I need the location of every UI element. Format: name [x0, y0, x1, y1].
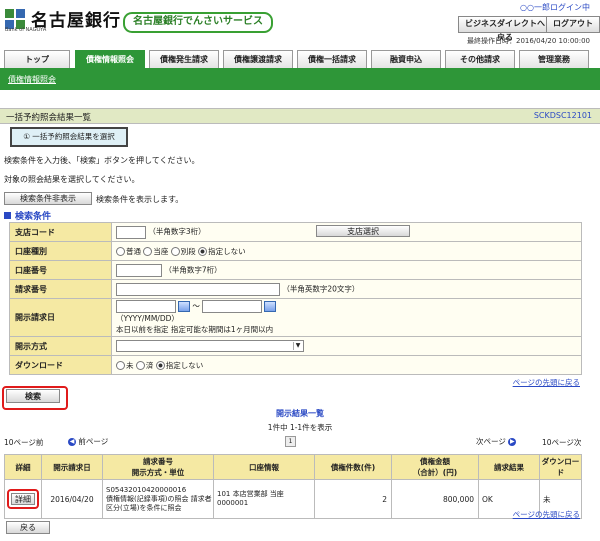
subnav-claim-inquiry-link[interactable]: 債権情報照会 [8, 74, 56, 85]
instruction-text-1: 検索条件を入力後、「検索」ボタンを押してください。 [4, 156, 200, 165]
next-10-pages-link[interactable]: 10ページ次 [542, 437, 581, 448]
account-type-radio-none[interactable] [198, 247, 208, 256]
branch-code-input[interactable] [116, 225, 146, 239]
col-header-download: ダウンロード [539, 454, 582, 480]
chevron-left-icon: ◀ [68, 438, 76, 446]
back-button[interactable]: 戻る [6, 521, 50, 534]
col-header-request-no: 請求番号 開示方式・単位 [102, 454, 214, 480]
tab-claim-transfer[interactable]: 債権譲渡請求 [223, 50, 293, 68]
detail-button[interactable]: 詳細 [11, 493, 35, 505]
instruction-text-2: 対象の照会結果を選択してください。 [4, 175, 140, 184]
col-header-claim-amount: 債権金額 （合計）(円) [391, 454, 479, 480]
branch-code-hint: （半角数字3桁） [148, 227, 206, 237]
business-direct-button[interactable]: ビジネスダイレクトへ戻る [458, 16, 552, 42]
branch-code-label: 支店コード [9, 222, 112, 242]
disclosure-date-label: 開示請求日 [9, 298, 112, 337]
prev-page-link[interactable]: ◀ 前ページ [68, 436, 108, 447]
request-number-label: 請求番号 [9, 279, 112, 299]
tab-management[interactable]: 管理業務 [519, 50, 589, 68]
date-format-hint: （YYYY/MM/DD） [116, 314, 179, 323]
tab-claim-batch[interactable]: 債権一括請求 [297, 50, 367, 68]
account-type-option-label: 別段 [180, 246, 196, 256]
row-request-no: S05432010420000016 [106, 485, 187, 494]
chevron-down-icon: ▼ [293, 342, 302, 350]
disclosure-date-to-input[interactable] [202, 300, 263, 313]
account-type-radio-current[interactable] [143, 247, 153, 256]
table-row: 詳細 2016/04/20 S05432010420000016 債権情報(記録… [4, 479, 582, 519]
row-method: 債権情報(記録事項)の照会 請求者区分(立場)を条件に照会 [106, 494, 212, 512]
account-number-label: 口座番号 [9, 260, 112, 280]
download-radio-done[interactable] [135, 361, 145, 370]
request-number-input[interactable] [116, 282, 280, 296]
search-button[interactable]: 検索 [6, 389, 60, 403]
download-label: ダウンロード [9, 355, 112, 375]
tab-other-requests[interactable]: その他請求 [445, 50, 515, 68]
download-option-label: 指定しない [165, 360, 204, 370]
account-type-label: 口座種別 [9, 241, 112, 261]
account-type-option-label: 指定しない [208, 246, 246, 256]
calendar-icon[interactable] [264, 301, 277, 312]
date-range-separator: ～ [192, 301, 200, 311]
page-top-link-bottom[interactable]: ページの先頭に戻る [513, 509, 580, 520]
results-title: 開示結果一覧 [276, 409, 324, 418]
tab-claim-issue[interactable]: 債権発生請求 [149, 50, 219, 68]
disclosure-date-from-input[interactable] [116, 300, 176, 313]
account-number-input[interactable] [116, 263, 162, 277]
section-square-icon [4, 212, 11, 219]
row-count: 2 [314, 479, 392, 519]
tab-claim-inquiry[interactable]: 債権情報照会 [75, 50, 145, 68]
col-header-date: 開示請求日 [41, 454, 103, 480]
detail-button-highlight: 詳細 [7, 489, 39, 509]
disclosure-method-label: 開示方式 [9, 336, 112, 356]
disclosure-method-select[interactable]: ▼ [116, 340, 304, 352]
bank-name-sub: Bank of NAGOYA [5, 27, 47, 33]
user-login-status: ○○一郎ログイン中 [520, 3, 590, 12]
col-header-account: 口座情報 [213, 454, 315, 480]
account-type-radio-ordinary[interactable] [116, 247, 125, 256]
branch-select-button[interactable]: 支店選択 [316, 225, 411, 238]
results-count: 1件中 1-1件を表示 [267, 423, 333, 432]
toggle-conditions-desc: 検索条件を表示します。 [96, 195, 184, 204]
step-indicator: ① 一括予約照会結果を選択 [10, 127, 128, 147]
screen-code: SCKDSC12101 [533, 111, 592, 120]
subnav-bar [0, 68, 600, 90]
col-header-result: 請求結果 [478, 454, 540, 480]
search-conditions-heading: 検索条件 [4, 209, 51, 222]
tab-top[interactable]: トップ [4, 50, 70, 68]
request-number-hint: （半角英数字20文字） [282, 284, 360, 293]
chevron-right-icon: ▶ [508, 438, 517, 446]
next-page-link[interactable]: 次ページ ▶ [476, 436, 517, 447]
page-title-bar: 一括予約照会結果一覧 SCKDSC12101 [0, 108, 600, 124]
download-option-label: 済 [145, 360, 154, 370]
calendar-icon[interactable] [178, 301, 190, 312]
col-header-claim-count: 債権件数(件) [314, 454, 392, 480]
col-header-detail: 詳細 [4, 454, 42, 480]
row-account: 101 本店営業部 当座 0000001 [213, 479, 315, 519]
account-type-option-label: 普通 [126, 246, 141, 256]
page-title: 一括予約照会結果一覧 [6, 113, 92, 123]
page-top-link[interactable]: ページの先頭に戻る [513, 377, 580, 388]
bank-logo-mark-icon [5, 8, 25, 29]
tab-financing[interactable]: 融資申込 [371, 50, 441, 68]
account-number-hint: （半角数字7桁） [164, 265, 222, 274]
logout-button[interactable]: ログアウト [546, 16, 600, 33]
service-name: 名古屋銀行でんさいサービス [123, 12, 273, 33]
download-radio-none[interactable] [155, 361, 165, 370]
row-date: 2016/04/20 [41, 479, 103, 519]
date-range-hint: 本日以前を指定 指定可能な期間は1ヶ月間以内 [116, 325, 274, 334]
download-option-label: 未 [126, 360, 134, 370]
search-conditions-table: 支店コード （半角数字3桁） 支店選択 口座種別 普通 当座 別段 指定しない … [9, 222, 582, 375]
results-table: 詳細 開示請求日 請求番号 開示方式・単位 口座情報 債権件数(件) 債権金額 … [4, 454, 582, 519]
toggle-conditions-button[interactable]: 検索条件非表示 [4, 192, 92, 205]
account-type-radio-special[interactable] [170, 247, 180, 256]
account-type-option-label: 当座 [153, 246, 169, 256]
last-operation-time: 最終操作日時：2016/04/20 10:00:00 [466, 37, 590, 45]
download-radio-not[interactable] [116, 361, 125, 370]
row-amount: 800,000 [391, 479, 479, 519]
prev-10-pages-link[interactable]: 10ページ前 [4, 437, 43, 448]
page-number[interactable]: 1 [285, 436, 296, 447]
